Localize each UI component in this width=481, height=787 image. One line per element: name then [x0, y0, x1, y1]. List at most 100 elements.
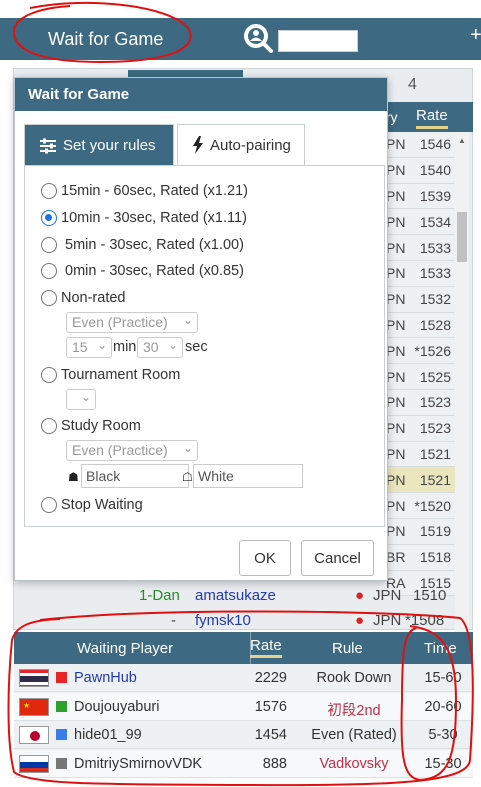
radio-0min[interactable] [41, 263, 57, 279]
scroll-thumb[interactable] [457, 212, 467, 262]
seconds-select[interactable]: 30 ⌄ [137, 337, 183, 358]
lobby-row[interactable]: PN 1523 [380, 415, 455, 442]
page-title: Wait for Game [48, 29, 164, 49]
black-player-input[interactable]: Black [81, 464, 189, 488]
waiting-player-name[interactable]: PawnHub [74, 670, 137, 686]
japan-flag-icon: ● [355, 587, 365, 604]
lobby-row[interactable]: BR 1518 [380, 544, 455, 571]
header-rule[interactable]: Rule [332, 640, 363, 657]
white-player-input[interactable]: White [193, 464, 303, 488]
option-non-rated[interactable]: Non-rated [41, 290, 125, 306]
header-time[interactable]: Time [424, 640, 457, 657]
sliders-icon [40, 138, 56, 153]
status-square-icon [56, 672, 67, 683]
lobby-row[interactable]: 1-Dan amatsukaze ● JPN 1510 [15, 584, 455, 609]
lobby-row[interactable]: PN 1521 [380, 441, 455, 468]
cancel-button[interactable]: Cancel [301, 540, 374, 576]
option-0min[interactable]: 0min - 30sec, Rated (x0.85) [41, 263, 244, 279]
radio-study[interactable] [41, 418, 57, 434]
lobby-header: try Rate [380, 102, 473, 132]
nonrated-handicap-select[interactable]: Even (Practice) ⌄ [66, 312, 198, 333]
lobby-row[interactable]: - fymsk10 ● JPN *1508 [15, 609, 455, 634]
option-15min[interactable]: 15min - 60sec, Rated (x1.21) [41, 183, 248, 199]
waiting-player-name[interactable]: DmitriySmirnovVDK [74, 756, 202, 772]
radio-5min[interactable] [41, 237, 57, 253]
option-10min[interactable]: 10min - 30sec, Rated (x1.11) [41, 210, 247, 226]
chevron-down-icon: ⌄ [167, 338, 178, 352]
chevron-down-icon: ⌄ [96, 338, 107, 352]
top-bar: Wait for Game + [0, 18, 481, 60]
lobby-row[interactable]: PN 1525 [380, 364, 455, 390]
lobby-row[interactable]: PN 1546 [380, 132, 455, 158]
player-rate: *1526 [414, 342, 451, 359]
option-0min-label: 0min - 30sec, Rated (x0.85) [61, 263, 244, 279]
radio-tournament[interactable] [41, 367, 57, 383]
option-tournament[interactable]: Tournament Room [41, 367, 180, 383]
status-square-icon [56, 729, 67, 740]
player-name[interactable]: fymsk10 [195, 612, 251, 629]
radio-15min[interactable] [41, 183, 57, 199]
option-10min-label: 10min - 30sec, Rated (x1.11) [61, 210, 247, 226]
lobby-row[interactable]: PN 1533 [380, 260, 455, 287]
rules-panel: 15min - 60sec, Rated (x1.21) 10min - 30s… [24, 165, 385, 527]
waiting-player-name[interactable]: Doujouyaburi [74, 699, 159, 715]
waiting-row[interactable]: ★ Doujouyaburi 1576 初段2nd 20-60 [14, 692, 473, 721]
lobby-row[interactable]: PN 1519 [380, 518, 455, 545]
plus-icon[interactable]: + [470, 24, 481, 47]
lobby-row[interactable]: PN 1532 [380, 286, 455, 313]
japan-flag-icon [19, 726, 49, 744]
rate-header[interactable]: Rate [416, 107, 448, 129]
waiting-row[interactable]: hide01_99 1454 Even (Rated) 5-30 [14, 721, 473, 749]
player-rate: 1523 [419, 420, 451, 437]
radio-10min[interactable] [41, 210, 57, 226]
lobby-row[interactable]: PN 1534 [380, 209, 455, 236]
waiting-player-rate: 2229 [254, 670, 287, 686]
lobby-tab-4[interactable]: 4 [408, 76, 417, 94]
lobby-row[interactable]: PN 1528 [380, 312, 455, 339]
lobby-row[interactable]: PN 1540 [380, 157, 455, 184]
tab-set-rules[interactable]: Set your rules [24, 124, 174, 166]
waiting-row[interactable]: DmitriySmirnovVDK 888 Vadkovsky 15-30 [14, 749, 473, 778]
waiting-row[interactable]: PawnHub 2229 Rook Down 15-60 [14, 664, 473, 692]
waiting-time: 20-60 [424, 698, 462, 715]
waiting-table: Waiting Player Rate Rule Time PawnHub 222… [14, 632, 473, 778]
header-waiting-player[interactable]: Waiting Player [77, 640, 173, 657]
search-input[interactable] [278, 30, 358, 52]
tournament-select[interactable]: ⌄ [66, 389, 96, 410]
player-rate: *1508 [405, 612, 445, 629]
option-5min-label: 5min - 30sec, Rated (x1.00) [61, 237, 244, 253]
ok-button[interactable]: OK [239, 540, 291, 576]
player-country: JPN [373, 612, 402, 629]
player-rate: 1533 [419, 239, 451, 256]
svg-text:★: ★ [23, 701, 30, 710]
waiting-table-header: Waiting Player Rate Rule Time [14, 632, 473, 664]
lightning-icon [193, 136, 203, 154]
header-rate[interactable]: Rate [250, 637, 282, 658]
black-piece-icon: ☗ [68, 470, 79, 484]
lobby-row[interactable]: PN 1521 [380, 467, 455, 494]
option-stop-waiting-label: Stop Waiting [61, 497, 143, 513]
lobby-row[interactable]: PN 1533 [380, 235, 455, 261]
waiting-player-rate: 888 [262, 755, 287, 772]
waiting-player-name[interactable]: hide01_99 [74, 727, 142, 743]
scroll-up-icon[interactable]: ▲ [458, 136, 466, 145]
option-5min[interactable]: 5min - 30sec, Rated (x1.00) [41, 237, 244, 253]
scrollbar[interactable]: ▲ [455, 132, 469, 632]
minutes-select[interactable]: 15 ⌄ [66, 337, 112, 358]
waiting-time: 15-60 [424, 670, 462, 686]
radio-stop-waiting[interactable] [41, 497, 57, 513]
option-stop-waiting[interactable]: Stop Waiting [41, 497, 143, 513]
lobby-row[interactable]: PN *1526 [380, 338, 455, 365]
study-handicap-select[interactable]: Even (Practice) ⌄ [66, 440, 198, 461]
waiting-rule: 初段2nd [327, 702, 381, 719]
lobby-row[interactable]: PN 1523 [380, 389, 455, 416]
lobby-row[interactable]: PN 1539 [380, 183, 455, 210]
player-name[interactable]: amatsukaze [195, 587, 276, 604]
option-study[interactable]: Study Room [41, 418, 141, 434]
player-country: JPN [373, 587, 402, 604]
radio-non-rated[interactable] [41, 290, 57, 306]
search-user-icon[interactable] [242, 22, 274, 54]
lobby-row[interactable]: PN *1520 [380, 493, 455, 519]
status-square-icon [56, 757, 67, 769]
tab-auto-pairing[interactable]: Auto-pairing [177, 124, 305, 166]
